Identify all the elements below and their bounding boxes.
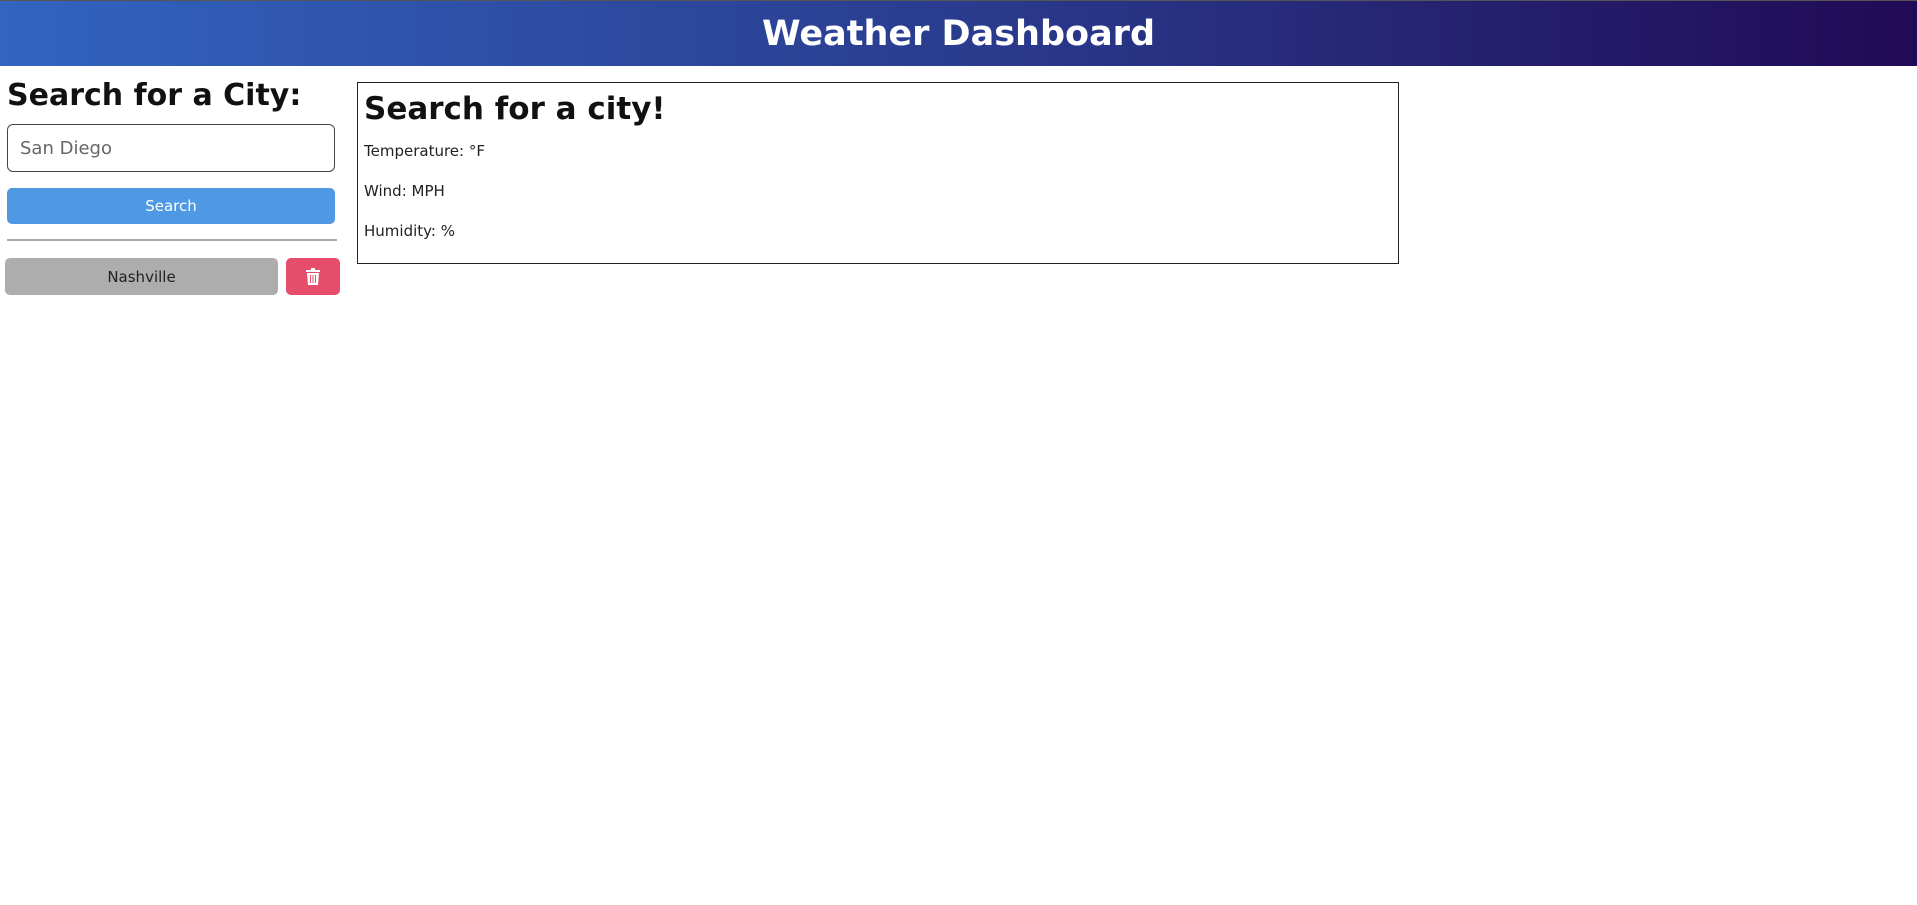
wind-text: Wind: MPH: [364, 182, 445, 200]
search-button[interactable]: Search: [7, 188, 335, 224]
divider: [7, 239, 337, 241]
app-title: Weather Dashboard: [762, 13, 1155, 54]
humidity-text: Humidity: %: [364, 222, 455, 240]
search-heading: Search for a City:: [7, 78, 302, 113]
current-weather-card: Search for a city! Temperature: °F Wind:…: [357, 82, 1399, 264]
app-header: Weather Dashboard: [0, 0, 1917, 66]
history-city-button[interactable]: Nashville: [5, 258, 278, 295]
temperature-text: Temperature: °F: [364, 142, 485, 160]
current-city-title: Search for a city!: [364, 91, 666, 127]
delete-history-button[interactable]: [286, 258, 340, 295]
city-search-input[interactable]: [7, 124, 335, 172]
trash-icon: [306, 268, 320, 285]
